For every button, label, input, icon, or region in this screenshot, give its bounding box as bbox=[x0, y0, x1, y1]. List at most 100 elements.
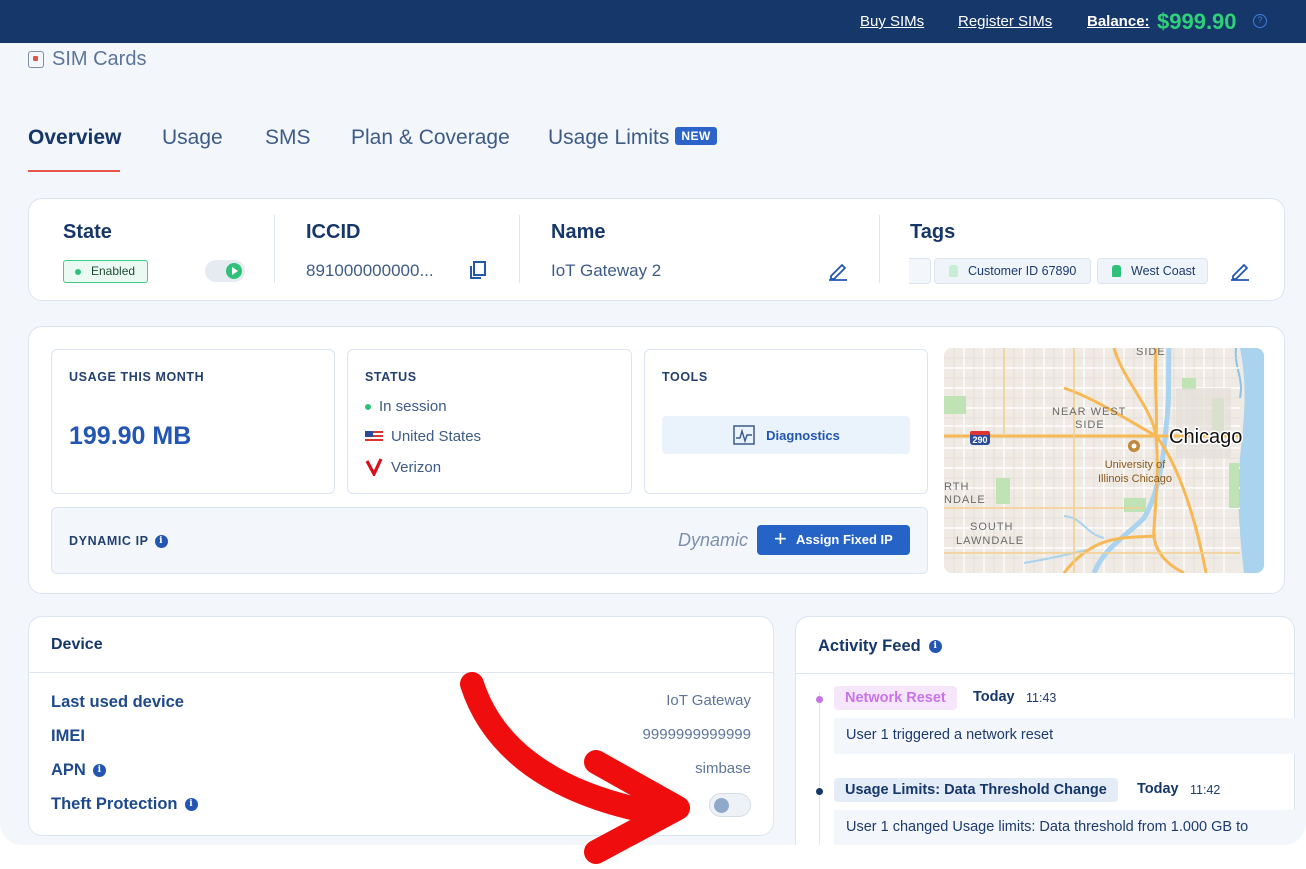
state-toggle[interactable] bbox=[205, 260, 245, 282]
map-label: NEAR WEST bbox=[1052, 406, 1126, 418]
tab-plan-coverage[interactable]: Plan & Coverage bbox=[351, 126, 510, 150]
event-day: Today bbox=[973, 689, 1015, 705]
tools-tile: TOOLS Diagnostics bbox=[644, 349, 928, 494]
tab-overview[interactable]: Overview bbox=[28, 126, 121, 150]
tab-usage[interactable]: Usage bbox=[162, 126, 223, 150]
map-label: Illinois Chicago bbox=[1098, 473, 1172, 485]
map-label: RTH bbox=[944, 481, 969, 493]
page-title-text: SIM Cards bbox=[52, 48, 147, 70]
usage-tile: USAGE THIS MONTH 199.90 MB bbox=[51, 349, 335, 494]
diagnostics-icon bbox=[733, 425, 755, 445]
iccid-value: 891000000000... bbox=[306, 261, 434, 280]
country-text: United States bbox=[391, 428, 482, 445]
name-title: Name bbox=[551, 221, 606, 243]
sim-info-card: State Enabled ICCID 891000000000... Name… bbox=[28, 198, 1285, 301]
session-status: In session bbox=[365, 398, 447, 415]
device-title: Device bbox=[29, 617, 773, 673]
location-map[interactable]: 290 SIDE NEAR WEST SIDE RTH NDALE SOUTH … bbox=[944, 348, 1264, 573]
event-badge: Network Reset bbox=[834, 686, 957, 710]
theft-protection-label: Theft Protection bbox=[51, 795, 178, 813]
app-frame: Buy SIMs Register SIMs Balance: $999.90 … bbox=[0, 0, 1306, 845]
buy-sims-link[interactable]: Buy SIMs bbox=[860, 13, 924, 30]
imei-value: 9999999999999 bbox=[642, 726, 751, 743]
tab-usage-limits-label: Usage Limits bbox=[548, 126, 670, 149]
event-day: Today bbox=[1137, 781, 1179, 797]
status-label: STATUS bbox=[365, 370, 417, 384]
imei-label: IMEI bbox=[51, 727, 85, 745]
edit-tags-icon[interactable] bbox=[1229, 259, 1251, 281]
divider bbox=[879, 215, 880, 283]
tools-label: TOOLS bbox=[662, 370, 708, 384]
page-title: SIM Cards bbox=[28, 48, 146, 71]
tab-usage-limits[interactable]: Usage Limits NEW bbox=[548, 126, 717, 150]
copy-icon[interactable] bbox=[467, 259, 489, 281]
theft-protection-toggle[interactable] bbox=[709, 793, 751, 817]
assign-fixed-ip-button[interactable]: Assign Fixed IP bbox=[757, 524, 910, 555]
divider bbox=[274, 215, 275, 283]
info-icon[interactable]: i bbox=[154, 534, 168, 548]
dynamic-ip-value: Dynamic bbox=[678, 530, 749, 550]
event-description: User 1 changed Usage limits: Data thresh… bbox=[834, 810, 1304, 845]
event-time: 11:43 bbox=[1026, 691, 1057, 705]
active-tab-underline bbox=[28, 170, 120, 172]
event-time: 11:42 bbox=[1190, 783, 1221, 797]
session-text: In session bbox=[379, 398, 447, 415]
info-icon[interactable]: i bbox=[928, 640, 942, 653]
apn-value: simbase bbox=[695, 760, 751, 777]
new-badge: NEW bbox=[675, 127, 717, 145]
map-label: SOUTH bbox=[970, 521, 1014, 533]
overview-card: USAGE THIS MONTH 199.90 MB STATUS In ses… bbox=[28, 326, 1285, 594]
balance-label: Balance: bbox=[1087, 13, 1150, 30]
diagnostics-label: Diagnostics bbox=[766, 427, 840, 443]
verizon-logo-icon bbox=[365, 458, 383, 476]
timeline-dot bbox=[816, 696, 823, 703]
country-status: United States bbox=[365, 428, 481, 445]
apn-label-group: APN i bbox=[51, 761, 106, 780]
tab-sms[interactable]: SMS bbox=[265, 126, 311, 150]
divider bbox=[519, 215, 520, 283]
tag-west-coast[interactable]: West Coast bbox=[1097, 258, 1208, 284]
top-bar: Buy SIMs Register SIMs Balance: $999.90 … bbox=[0, 0, 1306, 43]
info-icon[interactable]: i bbox=[92, 764, 106, 777]
toggle-knob bbox=[714, 798, 729, 813]
carrier-status: Verizon bbox=[365, 458, 441, 476]
svg-text:290: 290 bbox=[972, 435, 987, 445]
theft-protection-label-group: Theft Protection i bbox=[51, 795, 198, 814]
timeline-line bbox=[819, 692, 820, 845]
diagnostics-button[interactable]: Diagnostics bbox=[662, 416, 910, 454]
tag-label: West Coast bbox=[1131, 264, 1196, 278]
last-used-device-value: IoT Gateway bbox=[666, 692, 751, 709]
map-label: SIDE bbox=[1136, 348, 1166, 358]
map-city-label: Chicago bbox=[1169, 426, 1242, 448]
carrier-text: Verizon bbox=[391, 458, 442, 476]
map-label: LAWNDALE bbox=[956, 535, 1024, 547]
online-dot-icon bbox=[365, 403, 371, 410]
tag-overflow bbox=[909, 258, 931, 284]
help-icon[interactable]: ? bbox=[1253, 14, 1267, 28]
divider bbox=[796, 673, 1294, 674]
edit-name-icon[interactable] bbox=[827, 259, 849, 281]
tags-title: Tags bbox=[910, 221, 956, 243]
timeline-dot bbox=[816, 788, 823, 795]
tag-icon bbox=[949, 265, 958, 277]
dynamic-ip-label-group: DYNAMIC IP i bbox=[69, 534, 168, 548]
register-sims-link[interactable]: Register SIMs bbox=[958, 13, 1052, 30]
map-label: University of bbox=[1105, 459, 1166, 471]
usage-value: 199.90 MB bbox=[69, 422, 192, 450]
activity-feed-header: Activity Feed i bbox=[818, 637, 942, 656]
status-tile: STATUS In session United States Verizon bbox=[347, 349, 632, 494]
play-icon bbox=[226, 263, 242, 279]
activity-feed-card: Activity Feed i Network Reset Today 11:4… bbox=[795, 616, 1304, 845]
last-used-device-label: Last used device bbox=[51, 693, 184, 711]
us-flag-icon bbox=[365, 430, 383, 443]
state-badge: Enabled bbox=[63, 260, 148, 283]
map-graphic: 290 SIDE NEAR WEST SIDE RTH NDALE SOUTH … bbox=[944, 348, 1264, 573]
event-description: User 1 triggered a network reset bbox=[834, 718, 1304, 754]
tag-customer-id[interactable]: Customer ID 67890 bbox=[934, 258, 1091, 284]
iccid-title: ICCID bbox=[306, 221, 361, 243]
apn-label: APN bbox=[51, 761, 86, 779]
device-card: Device Last used device IoT Gateway IMEI… bbox=[28, 616, 774, 836]
map-label: SIDE bbox=[1075, 419, 1105, 431]
activity-feed-title: Activity Feed bbox=[818, 637, 921, 655]
info-icon[interactable]: i bbox=[184, 798, 198, 811]
